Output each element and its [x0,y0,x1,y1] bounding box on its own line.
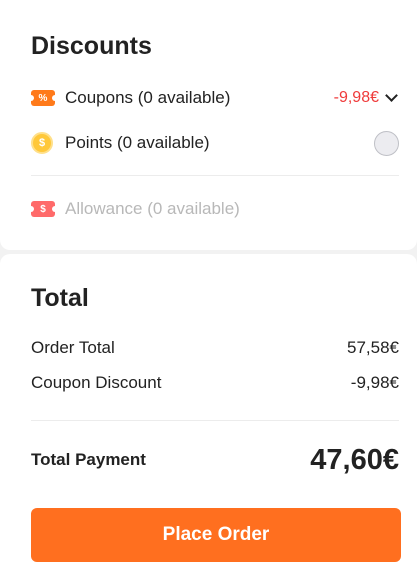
points-row[interactable]: $ Points (0 available) [31,130,399,156]
total-card: Total Order Total 57,58€ Coupon Discount… [0,254,417,572]
chevron-down-icon[interactable] [385,89,398,102]
coupons-row[interactable]: % Coupons (0 available) -9,98€ [28,86,399,110]
place-order-button[interactable]: Place Order [31,508,401,562]
total-payment-row: Total Payment 47,60€ [31,442,399,478]
total-payment-label: Total Payment [31,450,146,469]
order-total-label: Order Total [31,338,115,357]
total-payment-value: 47,60€ [310,443,399,476]
coupons-discount-value: -9,98€ [333,89,379,106]
order-total-value: 57,58€ [347,338,399,357]
allowance-row: $ Allowance (0 available) [28,197,399,221]
coupon-ticket-icon: % [28,90,58,106]
coupons-label: Coupons (0 available) [65,88,231,107]
allowance-ticket-icon: $ [28,201,58,217]
points-label: Points (0 available) [65,133,210,152]
coupon-discount-row: Coupon Discount -9,98€ [31,372,399,394]
total-title: Total [31,284,89,312]
coupon-discount-label: Coupon Discount [31,373,162,392]
coupon-discount-value: -9,98€ [350,373,399,392]
order-total-row: Order Total 57,58€ [31,337,399,359]
discounts-card: Discounts % Coupons (0 available) -9,98€… [0,0,417,250]
discounts-title: Discounts [31,32,152,60]
coin-icon: $ [31,132,53,154]
points-toggle[interactable] [374,130,399,156]
total-divider [31,420,399,421]
allowance-label: Allowance (0 available) [65,199,240,218]
discounts-divider [31,175,399,176]
